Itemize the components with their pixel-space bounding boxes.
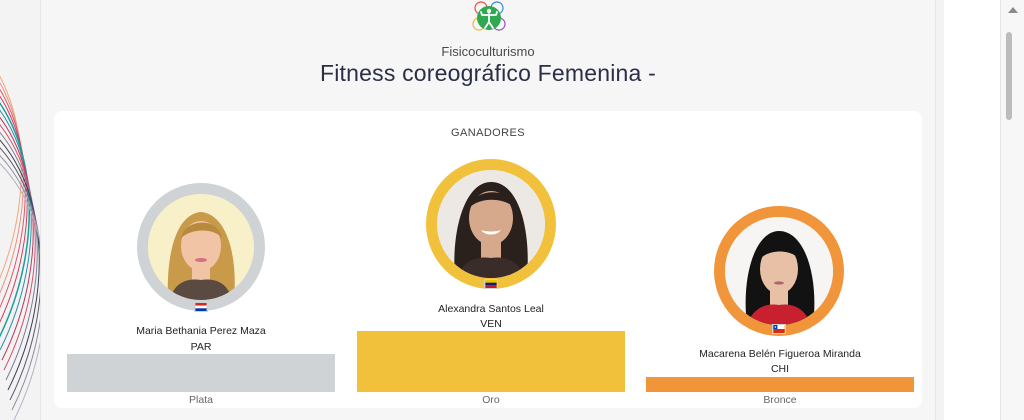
chile-flag-icon [772, 324, 786, 334]
place-label: Bronce [763, 394, 797, 406]
athlete-country: CHI [770, 363, 790, 375]
athlete-avatar[interactable] [725, 217, 833, 325]
sport-label: Fisicoculturismo [441, 44, 535, 59]
vertical-scrollbar[interactable] [1000, 0, 1024, 420]
paraguay-flag-icon [194, 302, 208, 312]
athlete-avatar[interactable] [437, 170, 545, 278]
winners-heading: GANADORES [451, 127, 525, 139]
athlete-photo-silver [148, 194, 254, 300]
podium-bar-bronze [646, 377, 914, 392]
side-panel [944, 0, 1000, 420]
scrollbar-thumb[interactable] [1006, 32, 1012, 120]
scroll-up-icon[interactable] [1008, 7, 1018, 13]
athlete-country: PAR [190, 341, 212, 353]
athlete-photo-bronze [725, 217, 833, 325]
place-label: Oro [482, 394, 500, 406]
athlete-name: Alexandra Santos Leal [438, 303, 544, 315]
athlete-photo-gold [437, 170, 545, 278]
athlete-name: Maria Bethania Perez Maza [136, 325, 266, 337]
podium-bar-silver [67, 354, 335, 392]
place-label: Plata [189, 394, 213, 406]
athlete-avatar[interactable] [148, 194, 254, 300]
athlete-country: VEN [480, 318, 502, 330]
athlete-name: Macarena Belén Figueroa Miranda [699, 348, 861, 360]
bodybuilding-sport-icon [472, 1, 506, 31]
podium-bar-gold [357, 331, 625, 392]
venezuela-flag-icon [484, 279, 498, 289]
event-title: Fitness coreográfico Femenina - [319, 60, 656, 86]
